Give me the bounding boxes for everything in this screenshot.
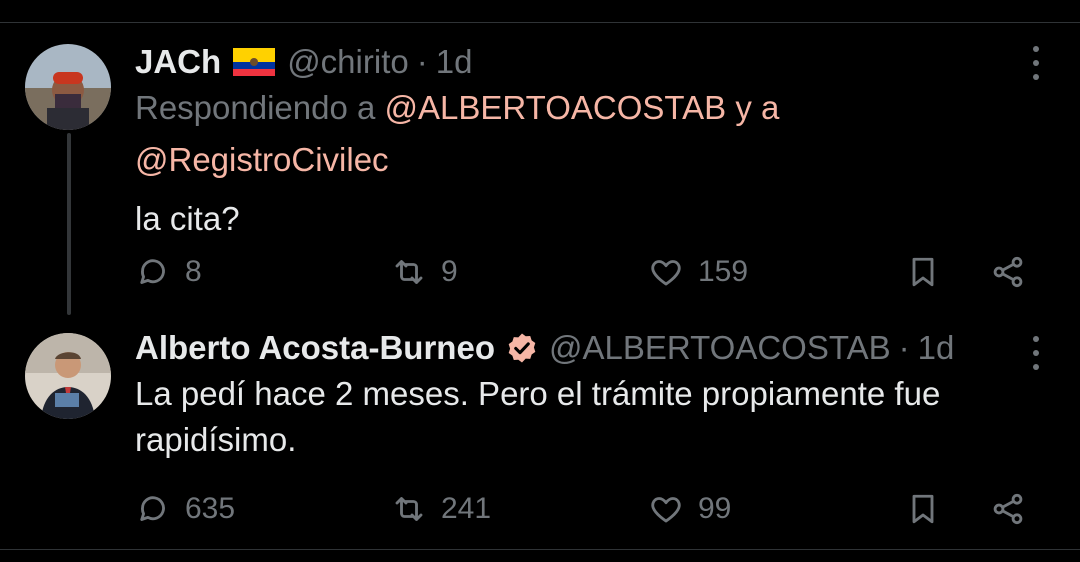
like-count: 99 (698, 492, 732, 525)
tweet-1-actions: 8 9 159 (135, 249, 1035, 295)
retweet-button[interactable]: 9 (391, 249, 458, 295)
heart-icon (651, 260, 681, 286)
timestamp[interactable]: 1d (436, 42, 473, 82)
bookmark-icon (912, 257, 934, 287)
reply-count: 8 (185, 255, 202, 288)
tweet-2[interactable]: Alberto Acosta-Burneo @ALBERTOACOSTAB · … (135, 328, 1035, 463)
tweet-2-actions: 635 241 99 (135, 486, 1035, 532)
thread-line (67, 133, 71, 315)
share-button[interactable] (990, 486, 1026, 532)
like-button[interactable]: 159 (648, 249, 748, 295)
bookmark-icon (912, 494, 934, 524)
tweet-1-header: JACh @chirito · 1d (135, 42, 1035, 82)
avatar-jach[interactable] (25, 44, 111, 130)
more-options-icon[interactable] (1028, 46, 1044, 80)
bottom-divider (0, 549, 1080, 550)
display-name[interactable]: JACh (135, 42, 221, 82)
user-handle[interactable]: @chirito (287, 42, 409, 82)
bookmark-button[interactable] (905, 249, 941, 295)
user-handle[interactable]: @ALBERTOACOSTAB (549, 328, 891, 368)
tweet-1[interactable]: JACh @chirito · 1d Respondiendo a @ALBER… (135, 42, 1035, 242)
mention-link[interactable]: @RegistroCivilec (135, 141, 389, 178)
reply-count: 635 (185, 492, 236, 525)
retweet-button[interactable]: 241 (391, 486, 491, 532)
tweet-text: La pedí hace 2 meses. Pero el trámite pr… (135, 371, 1035, 463)
tweet-text-line: La pedí hace 2 meses. Pero el trámite pr… (135, 375, 941, 412)
retweet-count: 241 (441, 492, 492, 525)
share-icon (993, 493, 1023, 525)
replying-to-prefix: Respondiendo a (135, 89, 376, 126)
retweet-icon (395, 497, 423, 521)
retweet-count: 9 (441, 255, 458, 288)
timestamp[interactable]: 1d (918, 328, 955, 368)
display-name[interactable]: Alberto Acosta-Burneo (135, 328, 495, 368)
reply-icon (140, 259, 165, 284)
tweet-text: la cita? (135, 200, 240, 237)
bookmark-button[interactable] (905, 486, 941, 532)
replying-to-connector: y a (735, 89, 780, 126)
share-button[interactable] (990, 249, 1026, 295)
more-options-icon[interactable] (1028, 336, 1044, 370)
share-icon (993, 256, 1023, 288)
like-count: 159 (698, 255, 749, 288)
mention-link[interactable]: @ALBERTOACOSTAB (385, 89, 727, 126)
like-button[interactable]: 99 (648, 486, 731, 532)
avatar-alberto[interactable] (25, 333, 111, 419)
tweet-text-line: rapidísimo. (135, 421, 297, 458)
separator-dot: · (898, 329, 910, 366)
top-divider (0, 22, 1080, 23)
heart-icon (651, 497, 681, 523)
verified-badge-icon (508, 333, 536, 363)
tweet-2-header: Alberto Acosta-Burneo @ALBERTOACOSTAB · … (135, 328, 1035, 368)
ecuador-flag-icon (233, 48, 276, 76)
retweet-icon (395, 260, 423, 284)
reply-button[interactable]: 8 (135, 249, 202, 295)
reply-icon (140, 496, 165, 521)
separator-dot: · (416, 43, 428, 80)
replying-to: Respondiendo a @ALBERTOACOSTAB y a @Regi… (135, 82, 1035, 186)
reply-button[interactable]: 635 (135, 486, 235, 532)
